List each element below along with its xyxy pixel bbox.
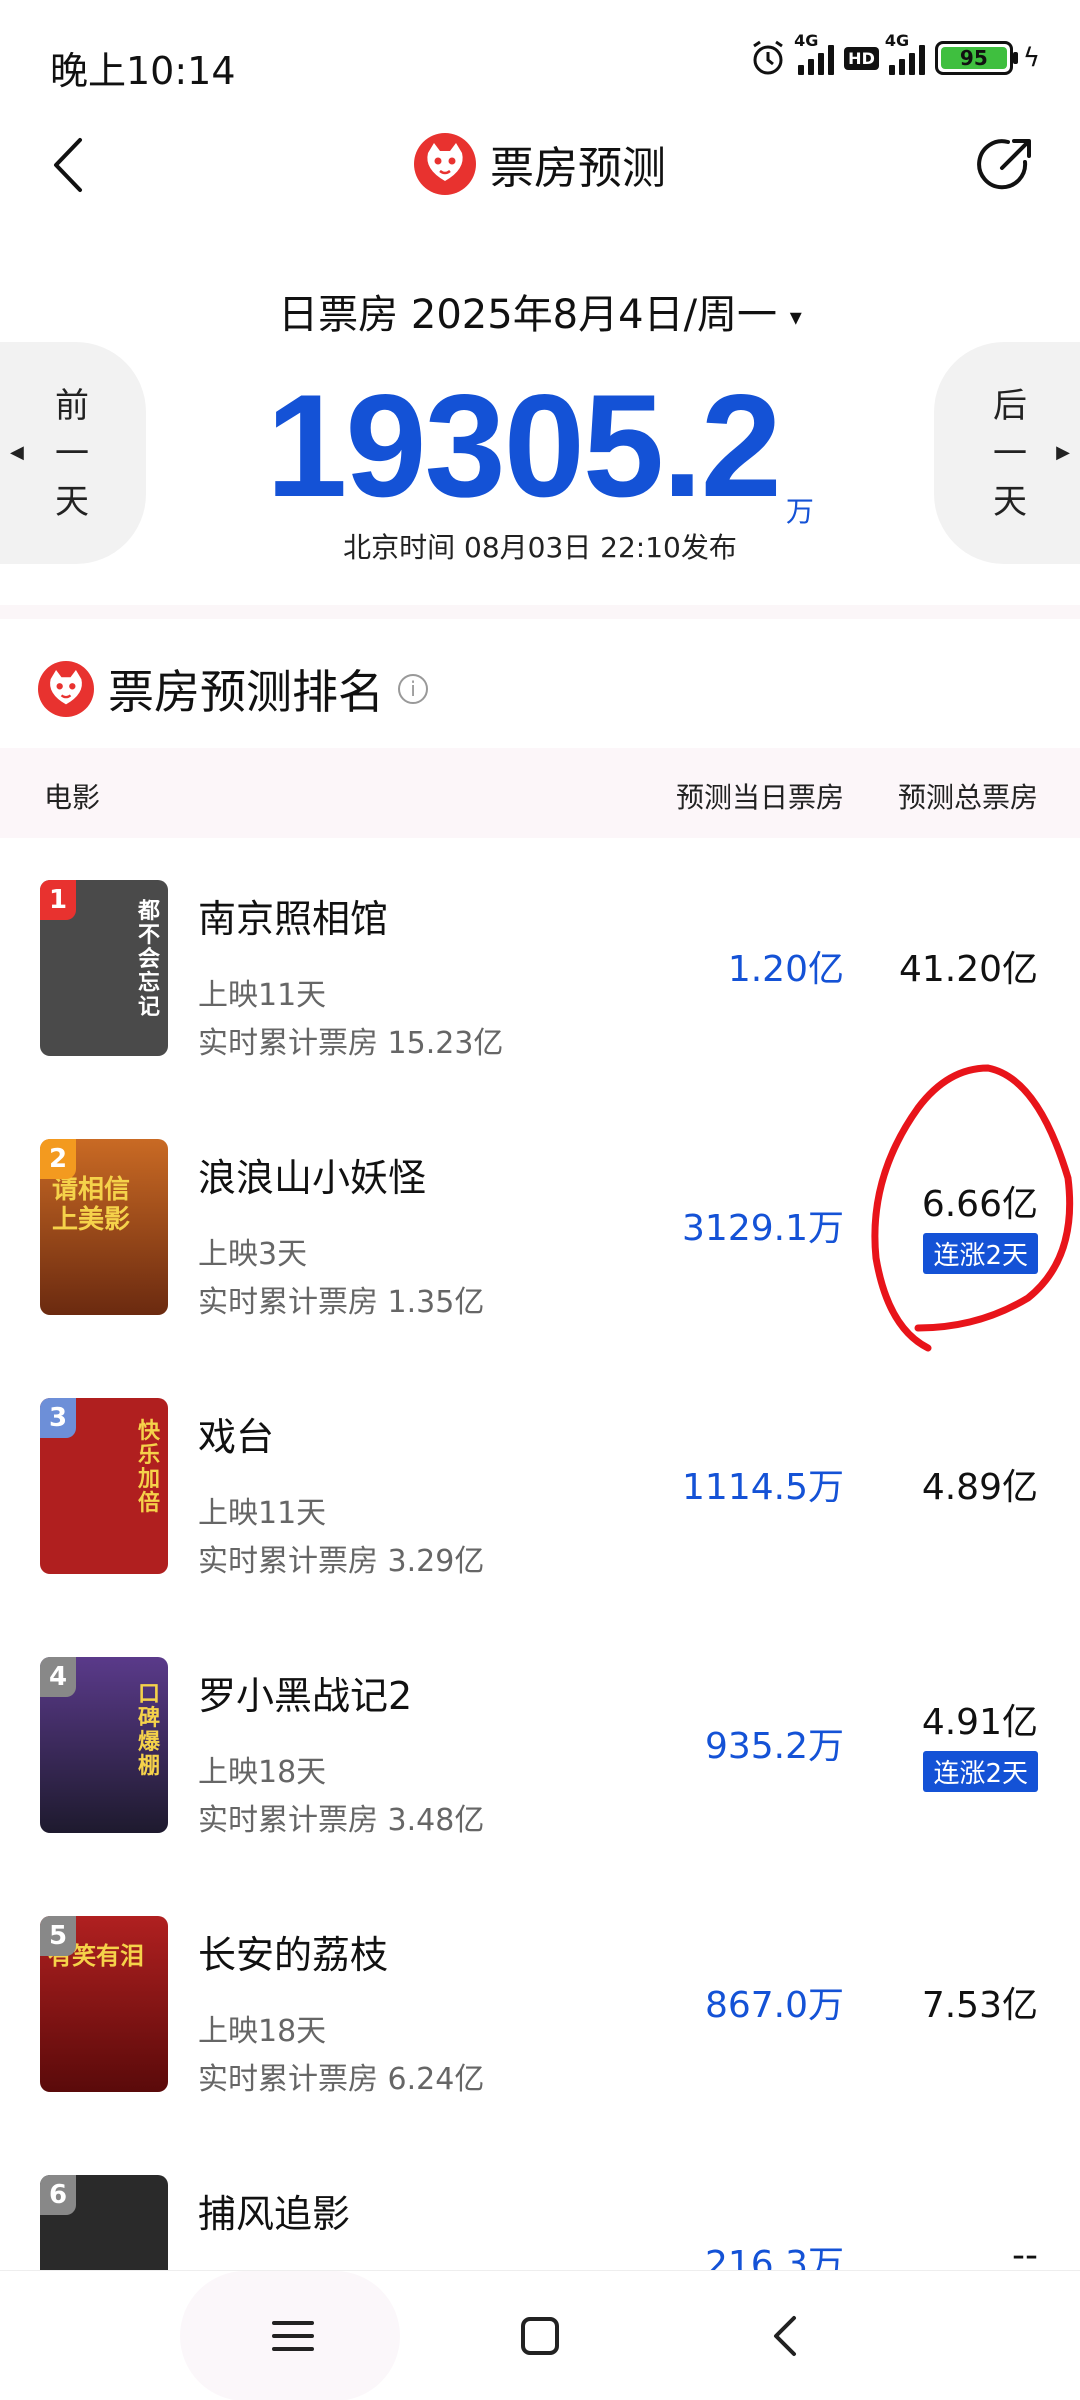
days-showing: 上映18天 <box>198 1755 327 1790</box>
total-prediction: 6.66亿 <box>921 1184 1038 1225</box>
alarm-icon <box>753 40 784 75</box>
menu-icon <box>272 2321 314 2351</box>
total-prediction: 7.53亿 <box>921 1985 1038 2026</box>
column-total-prediction: 预测总票房 <box>897 781 1038 814</box>
poster-text: 都不会忘记 <box>138 899 161 1020</box>
status-time: 晚上10:14 <box>50 49 236 93</box>
poster-text: 快乐加倍 <box>138 1419 161 1516</box>
table-row[interactable]: 口碑爆棚 4 罗小黑战记2 上映18天 实时累计票房 3.48亿 935.2万 … <box>0 1657 1080 1916</box>
cumulative-box-office: 实时累计票房 15.23亿 <box>198 1026 504 1061</box>
daily-box-office: 19305.2 万 <box>0 362 1080 530</box>
movie-poster: 口碑爆棚 4 <box>40 1657 168 1833</box>
rank-badge: 5 <box>40 1916 76 1956</box>
column-movie: 电影 <box>44 781 101 814</box>
header-title-group: 票房预测 <box>0 132 1080 196</box>
poster-text: 请相信上美影 <box>52 1175 131 1235</box>
streak-badge: 连涨2天 <box>923 1233 1038 1274</box>
movie-title: 浪浪山小妖怪 <box>198 1156 427 1200</box>
system-nav-bar <box>0 2270 1080 2400</box>
cat-logo-icon <box>38 661 94 717</box>
days-showing: 上映3天 <box>198 1237 308 1272</box>
cumulative-box-office: 实时累计票房 6.24亿 <box>198 2062 485 2097</box>
menu-button[interactable] <box>248 2301 338 2371</box>
charging-icon: ϟ <box>1022 43 1040 73</box>
battery-icon: 95 <box>934 41 1018 75</box>
day-prediction: 1.20亿 <box>727 949 844 990</box>
table-header: 电影 预测当日票房 预测总票房 <box>0 748 1080 838</box>
cat-logo-icon <box>414 133 476 195</box>
table-row[interactable]: 请相信上美影 2 浪浪山小妖怪 上映3天 实时累计票房 1.35亿 3129.1… <box>0 1139 1080 1398</box>
status-bar: 晚上10:14 4G HD 4G 95 ϟ <box>0 0 1080 120</box>
nav-back-button[interactable] <box>742 2301 832 2371</box>
movie-poster: 都不会忘记 1 <box>40 880 168 1056</box>
days-showing: 上映11天 <box>198 978 327 1013</box>
battery-level: 95 <box>940 47 1007 69</box>
home-square-icon <box>521 2317 559 2355</box>
info-icon[interactable]: i <box>398 674 428 704</box>
column-day-prediction: 预测当日票房 <box>675 781 844 814</box>
date-prefix: 日票房 <box>278 292 399 338</box>
movie-title: 捕风追影 <box>198 2192 351 2236</box>
table-row[interactable]: 都不会忘记 1 南京照相馆 上映11天 实时累计票房 15.23亿 1.20亿 … <box>0 880 1080 1139</box>
back-arrow-icon <box>774 2316 796 2356</box>
table-row[interactable]: 有笑有泪 5 长安的荔枝 上映18天 实时累计票房 6.24亿 867.0万 7… <box>0 1916 1080 2175</box>
cumulative-box-office: 实时累计票房 3.29亿 <box>198 1544 485 1579</box>
section-divider <box>0 605 1080 619</box>
daily-box-office-unit: 万 <box>785 495 814 528</box>
rank-badge: 4 <box>40 1657 76 1697</box>
ranking-list: 都不会忘记 1 南京照相馆 上映11天 实时累计票房 15.23亿 1.20亿 … <box>0 880 1080 2400</box>
day-prediction: 935.2万 <box>704 1726 844 1767</box>
signal-icon-2: 4G <box>885 31 925 75</box>
rank-badge: 6 <box>40 2175 76 2215</box>
movie-poster: 请相信上美影 2 <box>40 1139 168 1315</box>
movie-poster: 快乐加倍 3 <box>40 1398 168 1574</box>
publish-time: 北京时间 08月03日 22:10发布 <box>343 531 737 564</box>
cumulative-box-office: 实时累计票房 1.35亿 <box>198 1285 485 1320</box>
hd-icon: HD <box>844 46 879 70</box>
table-row[interactable]: 快乐加倍 3 戏台 上映11天 实时累计票房 3.29亿 1114.5万 4.8… <box>0 1398 1080 1657</box>
total-prediction-group: 4.91亿 连涨2天 <box>922 1693 1038 1792</box>
movie-title: 罗小黑战记2 <box>198 1674 413 1718</box>
share-button[interactable] <box>970 130 1040 200</box>
rank-badge: 1 <box>40 880 76 920</box>
ranking-header: 票房预测排名 i <box>38 656 428 722</box>
movie-title: 南京照相馆 <box>198 897 389 941</box>
cumulative-box-office: 实时累计票房 3.48亿 <box>198 1803 485 1838</box>
poster-text: 口碑爆棚 <box>138 1682 161 1779</box>
total-prediction: 4.89亿 <box>921 1467 1038 1508</box>
day-prediction: 867.0万 <box>704 1985 844 2026</box>
home-button[interactable] <box>495 2301 585 2371</box>
movie-poster: 有笑有泪 5 <box>40 1916 168 2092</box>
daily-box-office-value: 19305.2 <box>266 364 782 527</box>
days-showing: 上映11天 <box>198 1496 327 1531</box>
share-icon <box>977 139 1031 190</box>
app-header: 票房预测 <box>0 110 1080 220</box>
date-value: 2025年8月4日/周一 <box>410 292 778 338</box>
total-prediction: 41.20亿 <box>898 949 1038 990</box>
total-prediction-group: 6.66亿 连涨2天 <box>922 1175 1038 1274</box>
movie-title: 长安的荔枝 <box>198 1933 389 1977</box>
streak-badge: 连涨2天 <box>923 1751 1038 1792</box>
rank-badge: 3 <box>40 1398 76 1438</box>
status-icons: 4G HD 4G 95 ϟ <box>748 31 1040 78</box>
day-prediction: 1114.5万 <box>682 1467 844 1508</box>
total-prediction: 4.91亿 <box>921 1702 1038 1743</box>
day-prediction: 3129.1万 <box>682 1208 844 1249</box>
rank-badge: 2 <box>40 1139 76 1179</box>
ranking-title: 票房预测排名 <box>108 665 384 719</box>
movie-title: 戏台 <box>198 1415 275 1459</box>
signal-icon: 4G <box>794 31 835 75</box>
caret-down-icon: ▾ <box>789 303 802 331</box>
date-selector[interactable]: 日票房 2025年8月4日/周一 ▾ <box>0 282 1080 340</box>
days-showing: 上映18天 <box>198 2014 327 2049</box>
page-title: 票房预测 <box>490 143 666 194</box>
